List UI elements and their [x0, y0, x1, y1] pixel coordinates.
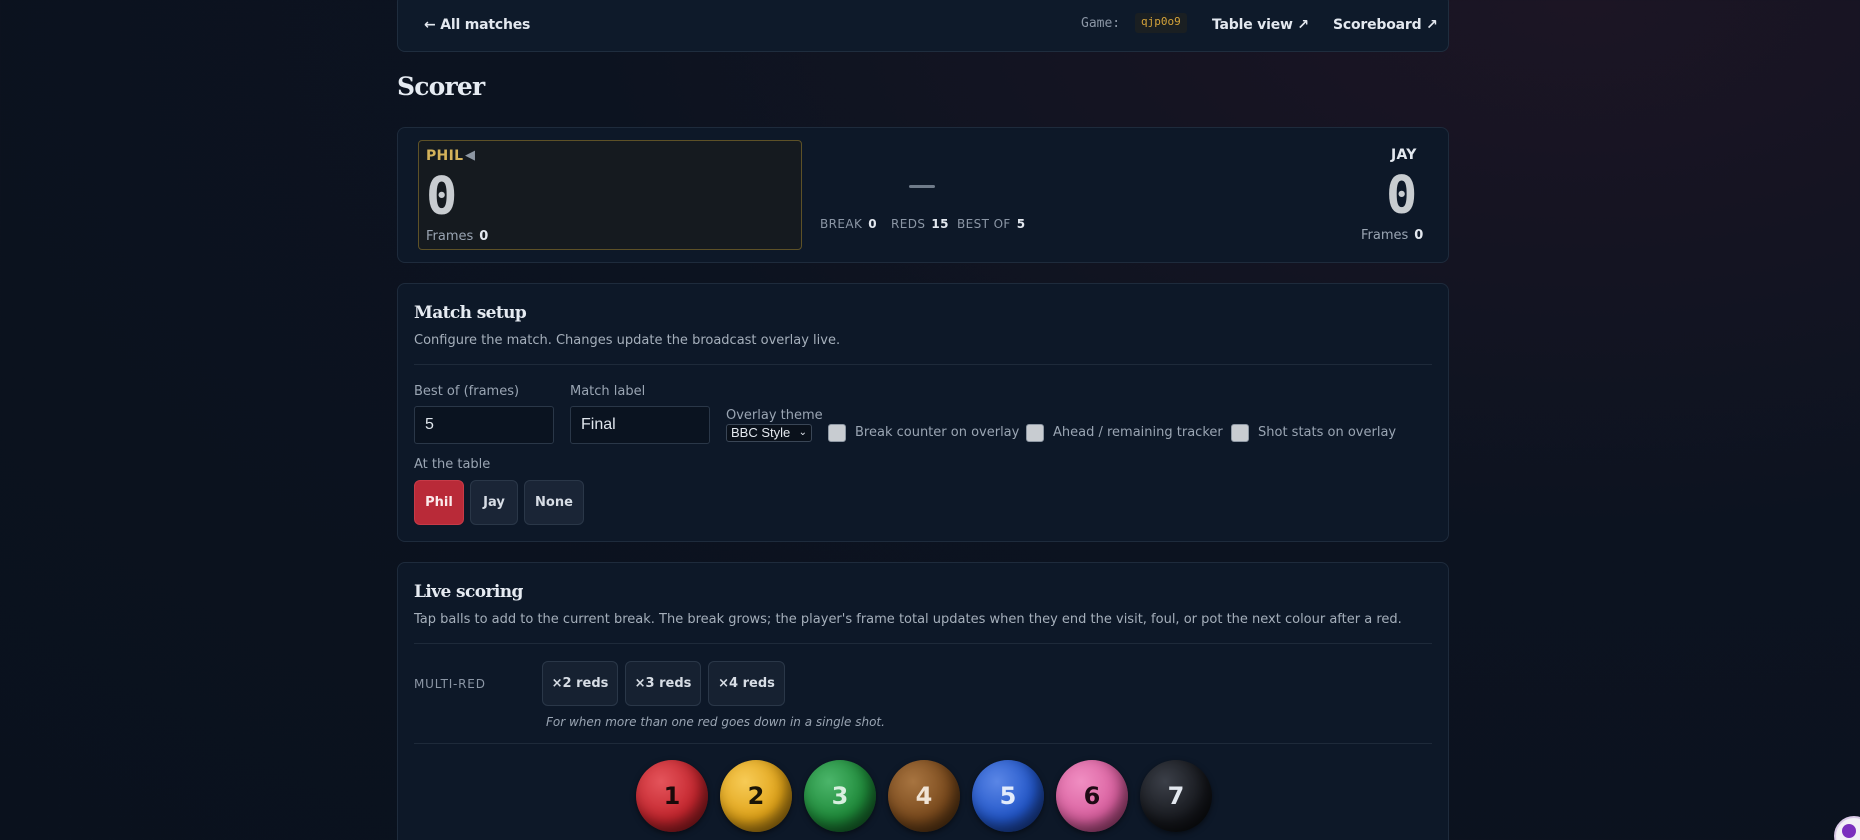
ball-1-button[interactable]: 1 [636, 760, 708, 832]
shot-stats-checkbox[interactable] [1231, 424, 1249, 442]
shot-stats-label: Shot stats on overlay [1258, 425, 1397, 440]
break-counter-checkbox[interactable] [828, 424, 846, 442]
best-of-input[interactable] [414, 406, 554, 444]
chevron-down-icon: ⌄ [798, 427, 807, 438]
overlay-theme-value: BBC Style [731, 425, 791, 440]
scoreboard-link[interactable]: Scoreboard ↗ [1333, 17, 1438, 33]
table-view-link[interactable]: Table view ↗ [1212, 17, 1309, 33]
at-table-jay-button[interactable]: Jay [470, 480, 518, 525]
player1-card: PHIL ◀ 0 Frames 0 [418, 140, 802, 250]
player1-name: PHIL [426, 148, 464, 164]
player2-name: JAY [1391, 147, 1417, 163]
game-code-badge: qjp0o9 [1135, 13, 1187, 33]
ball-5-button[interactable]: 5 [972, 760, 1044, 832]
match-setup-panel: Match setup Configure the match. Changes… [397, 283, 1449, 542]
player2-score: 0 [1386, 166, 1418, 226]
ball-4-button[interactable]: 4 [888, 760, 960, 832]
multi-red-x2-button[interactable]: ×2 reds [542, 661, 618, 706]
divider [414, 743, 1432, 744]
divider [414, 364, 1432, 365]
ahead-remaining-checkbox[interactable] [1026, 424, 1044, 442]
assistant-badge-icon[interactable] [1834, 816, 1860, 840]
at-table-none-button[interactable]: None [524, 480, 584, 525]
ball-7-button[interactable]: 7 [1140, 760, 1212, 832]
player2-frames: Frames 0 [1361, 228, 1424, 243]
game-label: Game: [1081, 16, 1121, 31]
ball-6-button[interactable]: 6 [1056, 760, 1128, 832]
break-stat: BREAK 0 [820, 217, 877, 231]
player1-frames: Frames 0 [426, 229, 489, 244]
score-panel: PHIL ◀ 0 Frames 0 BREAK 0 REDS 15 BEST OF 5 … [397, 127, 1449, 263]
break-counter-label: Break counter on overlay [855, 425, 1020, 440]
match-label-input[interactable] [570, 406, 710, 444]
multi-red-hint: For when more than one red goes down in … [546, 715, 885, 729]
player1-score: 0 [426, 167, 458, 227]
overlay-theme-label: Overlay theme [726, 408, 823, 423]
live-scoring-title: Live scoring [414, 582, 523, 602]
turn-indicator-icon: ◀ [465, 148, 476, 163]
overlay-theme-select[interactable]: BBC Style ⌄ [726, 424, 812, 442]
score-separator [909, 185, 935, 188]
divider [414, 643, 1432, 644]
ball-3-button[interactable]: 3 [804, 760, 876, 832]
top-nav-bar: ← All matches Game: qjp0o9 Table view ↗ … [397, 0, 1449, 52]
ball-2-button[interactable]: 2 [720, 760, 792, 832]
match-setup-description: Configure the match. Changes update the … [414, 333, 841, 348]
best-of-label: Best of (frames) [414, 384, 520, 399]
page-title: Scorer [397, 72, 485, 101]
at-table-phil-button[interactable]: Phil [414, 480, 464, 525]
all-matches-link[interactable]: ← All matches [424, 17, 530, 33]
reds-stat: REDS 15 [891, 217, 949, 231]
at-table-label: At the table [414, 457, 491, 472]
live-scoring-panel: Live scoring Tap balls to add to the cur… [397, 562, 1449, 840]
live-scoring-description: Tap balls to add to the current break. T… [414, 612, 1402, 627]
match-label-label: Match label [570, 384, 646, 399]
match-setup-title: Match setup [414, 303, 527, 323]
best-of-stat: BEST OF 5 [957, 217, 1026, 231]
ahead-remaining-label: Ahead / remaining tracker [1053, 425, 1223, 440]
multi-red-label: MULTI-RED [414, 677, 486, 691]
multi-red-x4-button[interactable]: ×4 reds [708, 661, 785, 706]
multi-red-x3-button[interactable]: ×3 reds [625, 661, 701, 706]
